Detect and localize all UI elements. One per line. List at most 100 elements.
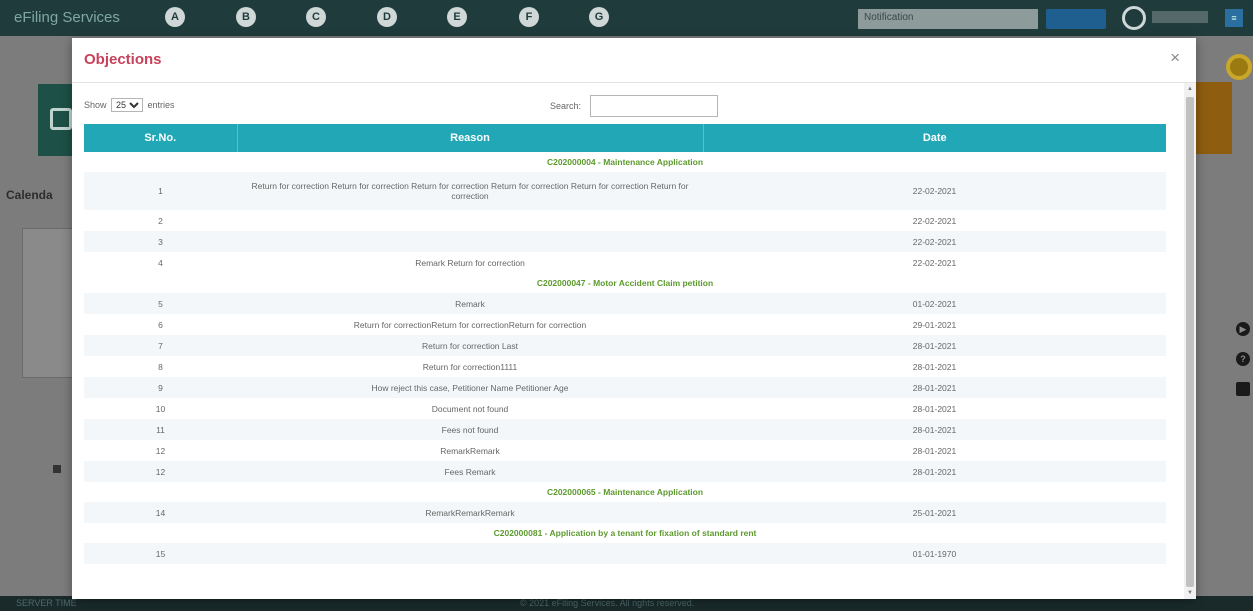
cell-srno: 9 — [84, 377, 237, 398]
table-row: 2 22-02-2021 — [84, 210, 1166, 231]
cell-srno: 15 — [84, 543, 237, 564]
header-button[interactable] — [1046, 9, 1106, 29]
notification-select[interactable]: Notification — [858, 9, 1038, 29]
table-row: 9 How reject this case, Petitioner Name P… — [84, 377, 1166, 398]
group-label: C202000047 - Motor Accident Claim petiti… — [84, 273, 1166, 293]
cell-reason: Return for correctionReturn for correcti… — [237, 314, 703, 335]
modal-scrollbar[interactable]: ▲ ▼ — [1184, 83, 1196, 599]
cell-srno: 4 — [84, 252, 237, 273]
cell-srno: 10 — [84, 398, 237, 419]
table-row: 11 Fees not found 28-01-2021 — [84, 419, 1166, 440]
table-row: 3 22-02-2021 — [84, 231, 1166, 252]
table-search: Search: — [550, 95, 718, 117]
cell-date: 28-01-2021 — [703, 356, 1166, 377]
cell-date: 22-02-2021 — [703, 210, 1166, 231]
user-name[interactable] — [1152, 11, 1208, 23]
column-header-reason[interactable]: Reason — [237, 124, 704, 152]
cell-date: 22-02-2021 — [703, 252, 1166, 273]
document-icon[interactable] — [1236, 382, 1250, 396]
cell-date: 28-01-2021 — [703, 377, 1166, 398]
table-row: 5 Remark 01-02-2021 — [84, 293, 1166, 314]
cell-reason: Remark — [237, 293, 703, 314]
gear-icon[interactable] — [53, 465, 61, 473]
group-header-row: C202000065 - Maintenance Application — [84, 482, 1166, 502]
cell-date: 01-01-1970 — [703, 543, 1166, 564]
nav-icon-3[interactable]: C — [306, 7, 326, 27]
user-avatar-icon[interactable] — [1122, 6, 1146, 30]
cell-reason: RemarkRemark — [237, 440, 703, 461]
length-prefix: Show — [84, 100, 107, 110]
calendar-widget[interactable] — [22, 228, 78, 473]
cell-reason — [237, 543, 703, 564]
calendar-heading: Calenda — [6, 188, 53, 202]
cell-date: 28-01-2021 — [703, 335, 1166, 356]
table-row: 12 RemarkRemark 28-01-2021 — [84, 440, 1166, 461]
cell-srno: 5 — [84, 293, 237, 314]
cell-srno: 7 — [84, 335, 237, 356]
cell-date: 25-01-2021 — [703, 502, 1166, 523]
table-row: 10 Document not found 28-01-2021 — [84, 398, 1166, 419]
nav-icon-5[interactable]: E — [447, 7, 467, 27]
menu-toggle-icon[interactable]: ≡ — [1225, 9, 1243, 27]
table-header-row: Sr.No. Reason Date — [84, 124, 1166, 152]
modal-divider — [72, 82, 1196, 83]
footer-copyright: © 2021 eFiling Services. All rights rese… — [520, 598, 695, 608]
edit-icon — [50, 108, 72, 130]
entries-length-menu: Show 25 entries — [84, 98, 175, 112]
scroll-up-arrow-icon[interactable]: ▲ — [1184, 83, 1196, 95]
side-floating-icons: ▶ ? — [1236, 322, 1253, 412]
cell-srno: 8 — [84, 356, 237, 377]
cell-srno: 1 — [84, 172, 237, 210]
cell-date: 28-01-2021 — [703, 461, 1166, 482]
cell-date: 29-01-2021 — [703, 314, 1166, 335]
table-row: 15 01-01-1970 — [84, 543, 1166, 564]
group-label: C202000004 - Maintenance Application — [84, 152, 1166, 172]
group-label: C202000081 - Application by a tenant for… — [84, 523, 1166, 543]
cell-date: 28-01-2021 — [703, 419, 1166, 440]
table-row: 14 RemarkRemarkRemark 25-01-2021 — [84, 502, 1166, 523]
cell-srno: 6 — [84, 314, 237, 335]
cell-reason: Return for correction1111 — [237, 356, 703, 377]
search-label: Search: — [550, 101, 582, 111]
cell-reason: RemarkRemarkRemark — [237, 502, 703, 523]
cell-reason: Document not found — [237, 398, 703, 419]
top-navbar: eFiling Services A B C D E F G Notificat… — [0, 0, 1253, 36]
table-row: 1 Return for correction Return for correc… — [84, 172, 1166, 210]
cell-date: 28-01-2021 — [703, 398, 1166, 419]
cell-reason: Fees not found — [237, 419, 703, 440]
scroll-thumb[interactable] — [1186, 97, 1194, 587]
nav-icon-1[interactable]: A — [165, 7, 185, 27]
group-header-row: C202000004 - Maintenance Application — [84, 152, 1166, 172]
nav-icon-4[interactable]: D — [377, 7, 397, 27]
table-row: 12 Fees Remark 28-01-2021 — [84, 461, 1166, 482]
column-header-srno[interactable]: Sr.No. — [84, 124, 238, 152]
cell-date: 22-02-2021 — [703, 172, 1166, 210]
notification-bubble-icon[interactable] — [1226, 54, 1252, 80]
nav-icon-2[interactable]: B — [236, 7, 256, 27]
scroll-down-arrow-icon[interactable]: ▼ — [1184, 587, 1196, 599]
cell-reason — [237, 210, 703, 231]
cell-srno: 12 — [84, 440, 237, 461]
column-header-date[interactable]: Date — [703, 124, 1166, 152]
search-input[interactable] — [589, 95, 718, 117]
brand-logo[interactable]: eFiling Services — [14, 9, 120, 26]
cell-date: 22-02-2021 — [703, 231, 1166, 252]
cell-reason — [237, 231, 703, 252]
nav-icon-6[interactable]: F — [519, 7, 539, 27]
footer-server-time: SERVER TIME — [16, 598, 77, 608]
objections-modal: Objections × Show 25 entries Search: Sr.… — [72, 38, 1196, 599]
group-label: C202000065 - Maintenance Application — [84, 482, 1166, 502]
help-circle-icon[interactable]: ? — [1236, 352, 1250, 366]
cell-srno: 12 — [84, 461, 237, 482]
modal-title: Objections — [84, 51, 162, 68]
cell-date: 28-01-2021 — [703, 440, 1166, 461]
play-circle-icon[interactable]: ▶ — [1236, 322, 1250, 336]
nav-icon-7[interactable]: G — [589, 7, 609, 27]
cell-reason: Remark Return for correction — [237, 252, 703, 273]
entries-per-page-select[interactable]: 25 — [111, 98, 144, 112]
cell-srno: 14 — [84, 502, 237, 523]
close-icon[interactable]: × — [1170, 49, 1180, 66]
table-row: 4 Remark Return for correction 22-02-2021 — [84, 252, 1166, 273]
table-row: 8 Return for correction1111 28-01-2021 — [84, 356, 1166, 377]
table-row: 6 Return for correctionReturn for correct… — [84, 314, 1166, 335]
